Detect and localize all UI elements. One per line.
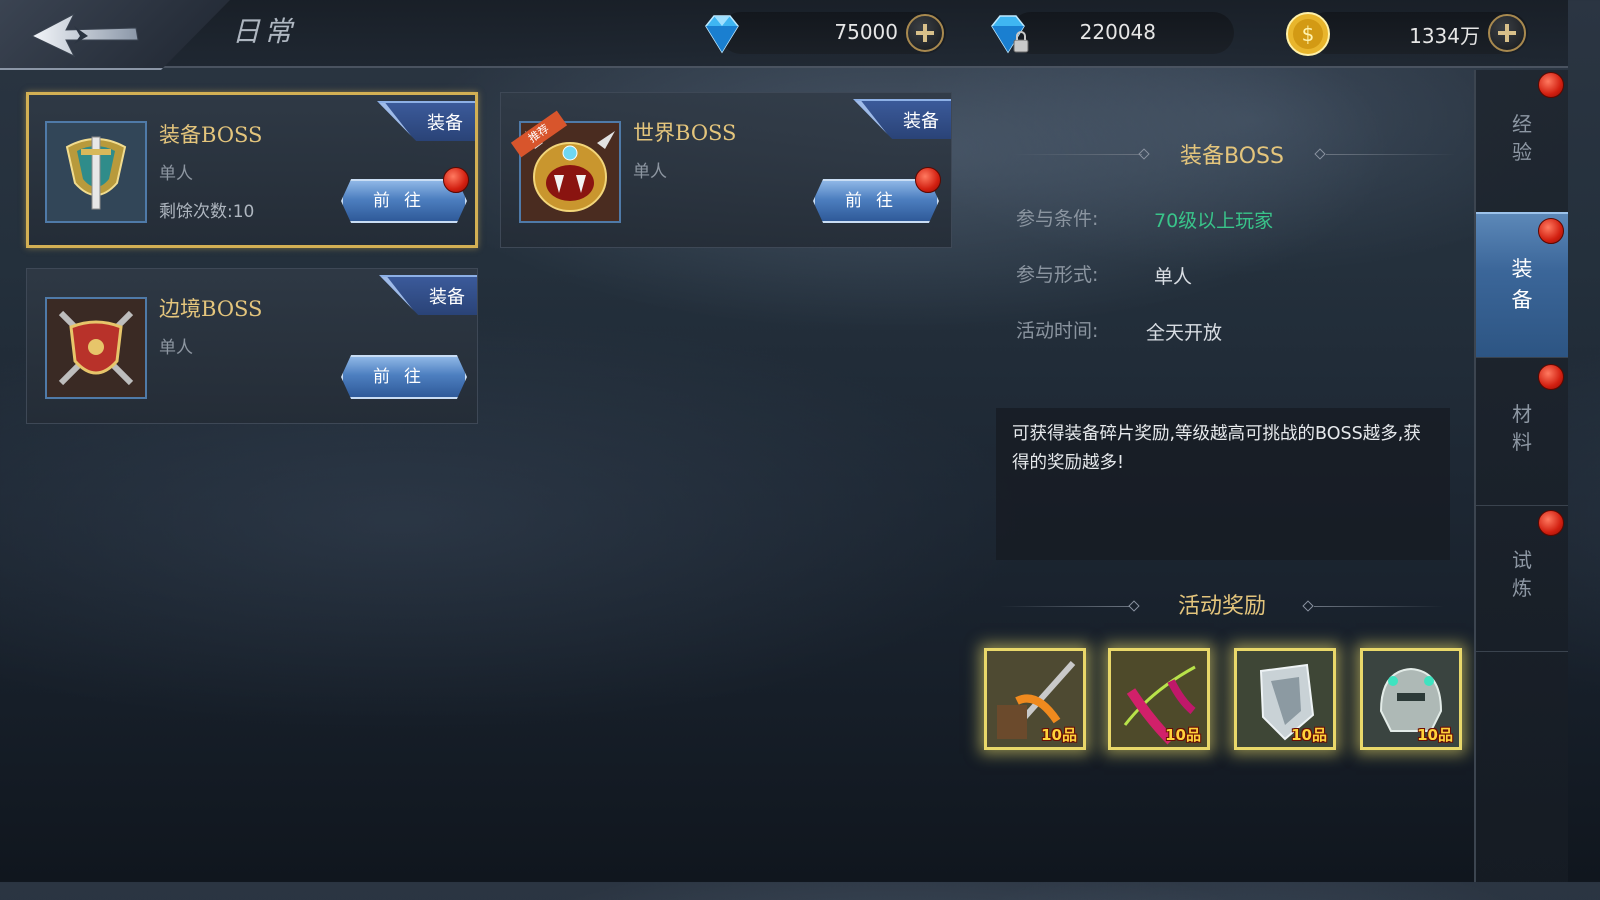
border-boss-card[interactable]: 边境BOSS 单人 装备 前往	[26, 268, 478, 424]
bound-diamond-counter: 220048	[991, 12, 1234, 54]
world-boss-icon-frame: 推荐	[510, 110, 621, 223]
equipment-boss-card[interactable]: 装备BOSS 单人 剩馀次数:10 装备 前往	[26, 92, 478, 248]
decor-line-right	[1314, 606, 1444, 607]
decor-line-left	[1012, 154, 1142, 155]
description-box: 可获得装备碎片奖励,等级越高可挑战的BOSS越多,获得的奖励越多!	[996, 408, 1450, 560]
tab-label: 材 料	[1512, 402, 1532, 454]
page-title: 日常	[232, 15, 297, 48]
card-mode: 单人	[159, 164, 193, 184]
gold-value: 1334万	[1409, 24, 1480, 48]
equipment-tag: 装备	[377, 101, 475, 141]
time-label: 活动时间:	[1016, 320, 1099, 342]
go-button[interactable]: 前往	[341, 355, 467, 399]
equipment-tag: 装备	[379, 275, 477, 315]
card-title: 装备BOSS	[159, 123, 263, 147]
tab-notification-dot	[1538, 364, 1564, 390]
time-value: 全天开放	[1146, 322, 1223, 344]
svg-text:$: $	[1302, 22, 1315, 46]
add-gold-button[interactable]	[1488, 14, 1526, 52]
tag-label: 装备	[429, 287, 465, 308]
tag-label: 装备	[903, 111, 939, 132]
tab-notification-dot	[1538, 218, 1564, 244]
description-text: 可获得装备碎片奖励,等级越高可挑战的BOSS越多,获得的奖励越多!	[1012, 424, 1421, 473]
card-mode: 单人	[159, 338, 193, 358]
tab-notification-dot	[1538, 510, 1564, 536]
sword-shield-emblem-icon	[47, 123, 145, 221]
reward-item[interactable]: 10品	[1108, 648, 1210, 750]
condition-value: 70级以上玩家	[1154, 210, 1274, 232]
decor-diamond	[1302, 600, 1314, 612]
back-button[interactable]	[26, 6, 146, 62]
card-remaining-count: 剩馀次数:10	[159, 202, 255, 222]
reward-item[interactable]: 10品	[984, 648, 1086, 750]
diamond-icon	[705, 15, 739, 54]
border-boss-icon-frame	[45, 297, 147, 399]
rewards-title: 活动奖励	[1177, 594, 1266, 619]
tab-label: 装 备	[1511, 257, 1533, 312]
tab-label: 试 炼	[1512, 548, 1532, 600]
crossed-axes-shield-icon	[47, 299, 145, 397]
notification-dot	[443, 167, 469, 193]
decor-diamond	[1128, 600, 1140, 612]
tag-label: 装备	[427, 113, 463, 134]
tab-notification-dot	[1538, 72, 1564, 98]
diamond-counter: 75000	[705, 12, 946, 54]
form-label: 参与形式:	[1016, 264, 1099, 286]
condition-label: 参与条件:	[1016, 208, 1099, 230]
card-title: 边境BOSS	[159, 297, 263, 321]
world-boss-card[interactable]: 推荐 世界BOSS 单人 装备 前往	[500, 92, 952, 248]
form-value: 单人	[1154, 266, 1193, 288]
reward-count: 10品	[1165, 726, 1201, 744]
notification-dot	[915, 167, 941, 193]
reward-item[interactable]: 10品	[1360, 648, 1462, 750]
reward-item[interactable]: 10品	[1234, 648, 1336, 750]
decor-diamond	[1314, 148, 1326, 160]
decor-diamond	[1138, 148, 1150, 160]
gold-coin-icon: $	[1286, 12, 1330, 56]
bound-diamond-value: 220048	[1079, 20, 1156, 44]
top-bar: 日常 75000 220048 $ 1334万	[0, 0, 1568, 70]
gold-counter: $ 1334万	[1286, 12, 1528, 56]
decor-line-right	[1326, 154, 1456, 155]
equipment-tag: 装备	[853, 99, 951, 139]
add-diamond-button[interactable]	[906, 14, 944, 52]
reward-count: 10品	[1417, 726, 1453, 744]
reward-count: 10品	[1291, 726, 1327, 744]
diamond-value: 75000	[834, 20, 898, 44]
card-title: 世界BOSS	[633, 121, 737, 145]
locked-diamond-icon	[991, 15, 1029, 54]
card-mode: 单人	[633, 162, 667, 182]
decor-line-left	[1000, 606, 1130, 607]
tab-label: 经 验	[1512, 112, 1532, 164]
back-arrow-icon	[30, 12, 139, 58]
reward-count: 10品	[1041, 726, 1077, 744]
detail-title: 装备BOSS	[1180, 144, 1284, 169]
equipment-boss-icon-frame	[45, 121, 147, 223]
